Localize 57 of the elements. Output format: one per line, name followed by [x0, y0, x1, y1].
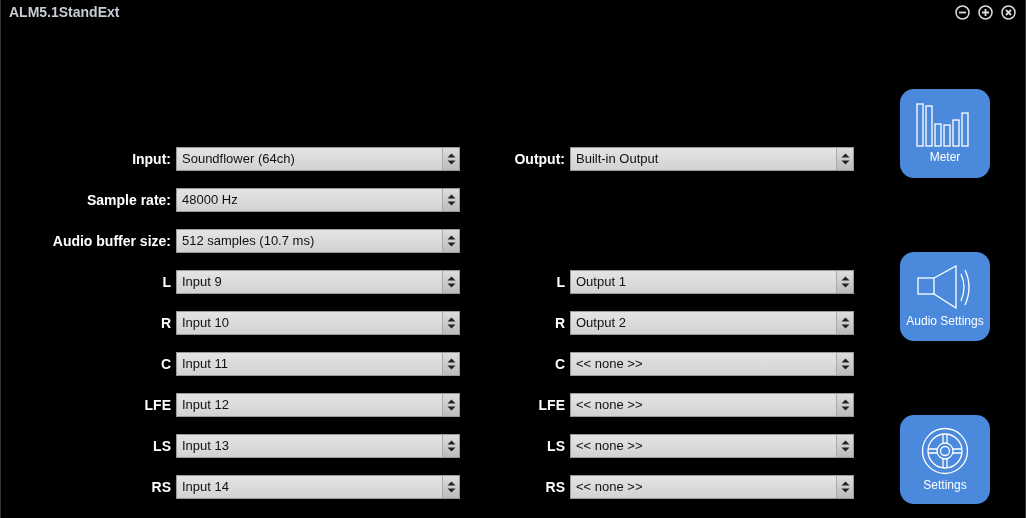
channel-label: LS: [546, 437, 565, 454]
wheel-icon: [921, 427, 969, 475]
updown-arrows-icon: [836, 352, 853, 375]
updown-arrows-icon: [442, 229, 459, 252]
dropdown[interactable]: Input 12: [176, 392, 460, 417]
channel-label: RS: [150, 478, 171, 495]
updown-arrows-icon: [442, 352, 459, 375]
field-label: Sample rate:: [85, 191, 171, 208]
speaker-icon: [917, 265, 973, 311]
channel-label: C: [553, 355, 565, 372]
updown-arrows-icon: [442, 147, 459, 170]
dropdown[interactable]: Soundflower (64ch): [176, 146, 460, 171]
dropdown[interactable]: Output 2: [570, 310, 854, 335]
channel-label: R: [159, 314, 171, 331]
dropdown[interactable]: Input 9: [176, 269, 460, 294]
channel-label: L: [161, 273, 171, 290]
channel-label: R: [553, 314, 565, 331]
updown-arrows-icon: [836, 311, 853, 334]
updown-arrows-icon: [836, 393, 853, 416]
dropdown[interactable]: Built-in Output: [570, 146, 854, 171]
dropdown[interactable]: << none >>: [570, 351, 854, 376]
channel-label: C: [159, 355, 171, 372]
field-label: Audio buffer size:: [51, 232, 171, 249]
updown-arrows-icon: [442, 434, 459, 457]
dropdown[interactable]: 48000 Hz: [176, 187, 460, 212]
dropdown[interactable]: Input 13: [176, 433, 460, 458]
updown-arrows-icon: [836, 270, 853, 293]
minimize-icon[interactable]: [955, 4, 970, 20]
dropdown[interactable]: << none >>: [570, 433, 854, 458]
dropdown[interactable]: Input 10: [176, 310, 460, 335]
updown-arrows-icon: [836, 475, 853, 498]
channel-label: LS: [152, 437, 171, 454]
updown-arrows-icon: [442, 270, 459, 293]
dropdown[interactable]: << none >>: [570, 474, 854, 499]
field-label: Output:: [513, 150, 565, 167]
close-icon[interactable]: [1001, 4, 1016, 20]
dropdown[interactable]: 512 samples (10.7 ms): [176, 228, 460, 253]
updown-arrows-icon: [442, 311, 459, 334]
window-title: ALM5.1StandExt: [9, 4, 120, 20]
dropdown[interactable]: << none >>: [570, 392, 854, 417]
audio-settings-button[interactable]: Audio Settings: [900, 252, 990, 341]
dropdown[interactable]: Output 1: [570, 269, 854, 294]
updown-arrows-icon: [442, 393, 459, 416]
updown-arrows-icon: [442, 475, 459, 498]
updown-arrows-icon: [836, 434, 853, 457]
maximize-icon[interactable]: [978, 4, 993, 20]
field-label: Input:: [131, 150, 171, 167]
updown-arrows-icon: [836, 147, 853, 170]
dropdown[interactable]: Input 11: [176, 351, 460, 376]
channel-label: L: [555, 273, 565, 290]
channel-label: LFE: [537, 396, 565, 413]
updown-arrows-icon: [442, 188, 459, 211]
channel-label: LFE: [143, 396, 171, 413]
dropdown[interactable]: Input 14: [176, 474, 460, 499]
settings-button[interactable]: Settings: [900, 415, 990, 504]
channel-label: RS: [544, 478, 565, 495]
meter-button[interactable]: Meter: [900, 89, 990, 178]
